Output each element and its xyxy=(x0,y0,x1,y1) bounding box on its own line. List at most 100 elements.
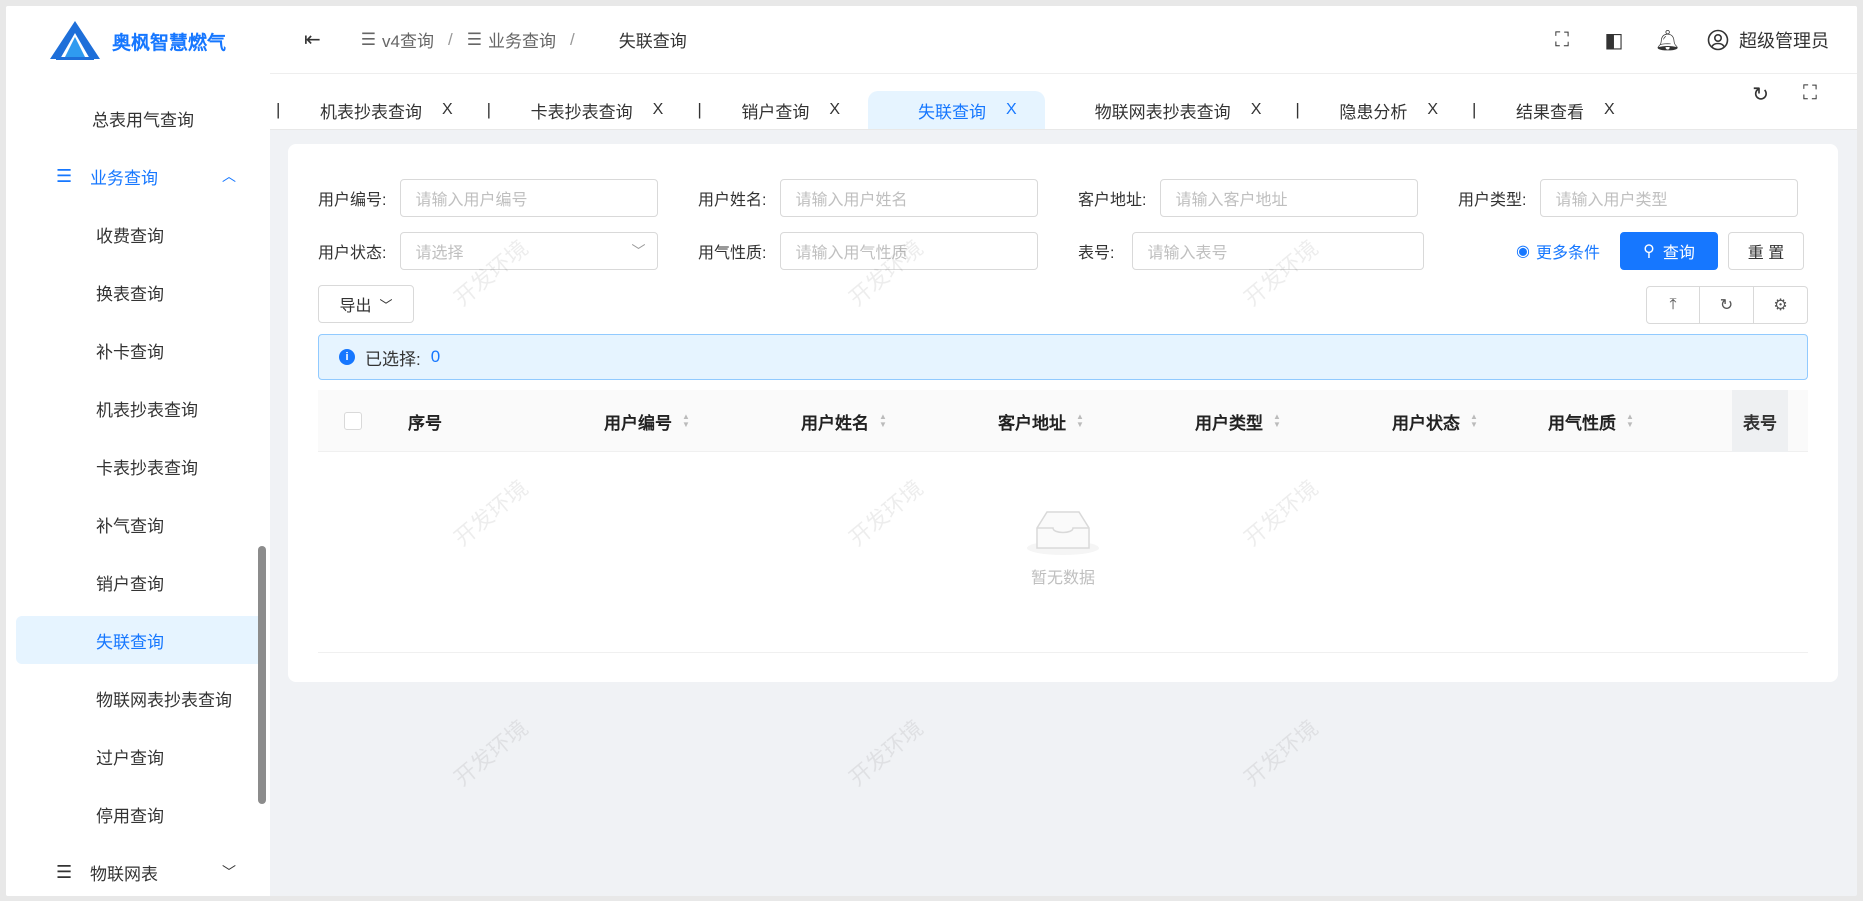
sort-icon[interactable]: ▲ ▼ xyxy=(1076,413,1084,429)
sidebar-item-label: 卡表抄表查询 xyxy=(96,458,198,478)
column-top-icon[interactable]: ⤒ xyxy=(1646,286,1700,324)
user-name-input[interactable]: 请输入用户姓名 xyxy=(780,179,1039,217)
chevron-down-icon: ﹀ xyxy=(631,243,646,259)
column-header-meter-no[interactable]: 表号 xyxy=(1732,390,1788,452)
close-icon[interactable]: X xyxy=(442,101,453,119)
refresh-icon[interactable]: ↻ xyxy=(1752,82,1769,107)
sidebar-group-iot-meter[interactable]: ☰ 物联网表 ﹀ xyxy=(16,848,266,896)
close-icon[interactable]: X xyxy=(1604,101,1615,119)
search-button[interactable]: ⚲ 查询 xyxy=(1619,232,1718,270)
collapse-sidebar-icon[interactable]: ⇤ xyxy=(304,27,321,52)
tab-account-close[interactable]: 销户查询 X xyxy=(691,91,868,129)
empty-text: 暂无数据 xyxy=(1030,570,1095,587)
sort-icon[interactable]: ▲ ▼ xyxy=(1273,413,1281,429)
column-title: 序号 xyxy=(408,413,442,433)
sidebar-group-business-query[interactable]: ☰ 业务查询 ︿ xyxy=(16,152,266,200)
sidebar-item-label: 物联网表抄表查询 xyxy=(96,690,232,710)
sidebar-item-transfer-query[interactable]: 过户查询 xyxy=(16,732,266,780)
sidebar-item-meter-change-query[interactable]: 换表查询 xyxy=(16,268,266,316)
selection-alert: i 已选择: 0 xyxy=(318,334,1808,380)
user-no-field: 用户编号: 请输入用户编号 xyxy=(318,178,659,218)
breadcrumb-separator: / xyxy=(447,29,453,49)
breadcrumb-item[interactable]: ☰ v4查询 xyxy=(361,27,434,52)
select-placeholder: 请选择 xyxy=(415,245,464,262)
sidebar-item-label: 补卡查询 xyxy=(96,342,164,362)
address-label: 客户地址: xyxy=(1078,192,1147,209)
sidebar-item-card-reissue-query[interactable]: 补卡查询 xyxy=(16,326,266,374)
meter-no-input[interactable]: 请输入表号 xyxy=(1132,232,1425,270)
close-icon[interactable]: X xyxy=(829,101,840,119)
sidebar-item-label: 失联查询 xyxy=(96,632,164,652)
tab-label: 结果查看 xyxy=(1516,102,1585,122)
sidebar-item-iot-reading-query[interactable]: 物联网表抄表查询 xyxy=(16,674,266,722)
maximize-icon[interactable]: ⛶ xyxy=(1803,82,1817,107)
breadcrumb: ☰ v4查询 / ☰ 业务查询 / 失联查询 xyxy=(361,27,687,52)
tab-lost-contact[interactable]: 失联查询 X xyxy=(868,91,1045,129)
sort-icon[interactable]: ▲ ▼ xyxy=(682,413,690,429)
column-title: 表号 xyxy=(1743,413,1777,433)
select-all-checkbox[interactable] xyxy=(344,412,362,430)
sidebar-item-gas-supplement-query[interactable]: 补气查询 xyxy=(16,500,266,548)
close-icon[interactable]: X xyxy=(653,101,664,119)
column-header-user-type[interactable]: 用户类型 ▲ ▼ xyxy=(1195,390,1281,452)
breadcrumb-label: 业务查询 xyxy=(487,32,556,51)
column-header-gas-nature[interactable]: 用气性质 ▲ ▼ xyxy=(1548,390,1634,452)
column-header-user-status[interactable]: 用户状态 ▲ ▼ xyxy=(1392,390,1478,452)
sidebar-scrollbar[interactable] xyxy=(258,546,266,804)
user-type-label: 用户类型: xyxy=(1458,192,1527,209)
more-conditions-label: 更多条件 xyxy=(1535,245,1600,262)
tab-iot-reading[interactable]: 物联网表抄表查询 X xyxy=(1045,91,1290,129)
sidebar-item-lost-contact-query[interactable]: 失联查询 xyxy=(16,616,266,664)
gas-nature-input[interactable]: 请输入用气性质 xyxy=(780,232,1039,270)
sidebar-item-label: 销户查询 xyxy=(96,574,164,594)
tab-hazard-analysis[interactable]: 隐患分析 X xyxy=(1289,91,1466,129)
watermark: 开发环境 xyxy=(1239,715,1323,792)
sort-icon[interactable]: ▲ ▼ xyxy=(1626,413,1634,429)
tab-mech-reading[interactable]: 机表抄表查询 X xyxy=(270,91,481,129)
tab-label: 销户查询 xyxy=(741,102,810,122)
breadcrumb-item[interactable]: ☰ 业务查询 xyxy=(467,27,556,52)
close-icon[interactable]: X xyxy=(1427,101,1438,119)
sort-icon[interactable]: ▲ ▼ xyxy=(1470,413,1478,429)
content-card: 用户编号: 请输入用户编号 用户姓名: 请输入用户姓名 客户地址: 请输入客户地… xyxy=(288,144,1838,682)
export-button[interactable]: 导出 ﹀ xyxy=(318,285,414,323)
logo[interactable]: 奥枫智慧燃气 xyxy=(46,16,226,66)
sidebar-item-total-meter[interactable]: 总表用气查询 xyxy=(16,94,266,142)
sidebar-item-card-reading-query[interactable]: 卡表抄表查询 xyxy=(16,442,266,490)
address-input[interactable]: 请输入客户地址 xyxy=(1160,179,1419,217)
notification-icon[interactable]: 🔔︎ xyxy=(1655,28,1680,53)
user-no-input[interactable]: 请输入用户编号 xyxy=(400,179,659,217)
sidebar-item-suspend-query[interactable]: 停用查询 xyxy=(16,790,266,838)
user-type-input[interactable]: 请输入用户类型 xyxy=(1540,179,1799,217)
search-icon: ⚲ xyxy=(1643,243,1655,260)
tab-result-view[interactable]: 结果查看 X xyxy=(1466,91,1643,129)
sidebar-item-fee-query[interactable]: 收费查询 xyxy=(16,210,266,258)
reset-button[interactable]: 重 置 xyxy=(1727,232,1804,270)
more-conditions-link[interactable]: ◉ 更多条件 xyxy=(1516,239,1600,263)
close-icon[interactable]: X xyxy=(1006,101,1017,119)
column-header-address[interactable]: 客户地址 ▲ ▼ xyxy=(998,390,1084,452)
user-status-select[interactable]: 请选择 ﹀ xyxy=(400,232,659,270)
fullscreen-icon[interactable]: ⛶ xyxy=(1551,29,1573,52)
column-title: 用户状态 xyxy=(1392,413,1460,433)
tab-card-reading[interactable]: 卡表抄表查询 X xyxy=(481,91,692,129)
meter-no-field: 表号: 请输入表号 xyxy=(1078,231,1425,271)
sidebar-item-mech-reading-query[interactable]: 机表抄表查询 xyxy=(16,384,266,432)
column-header-user-no[interactable]: 用户编号 ▲ ▼ xyxy=(604,390,690,452)
chevron-down-icon: ﹀ xyxy=(222,864,236,880)
settings-icon[interactable]: ⚙ xyxy=(1754,286,1808,324)
sidebar-item-label: 总表用气查询 xyxy=(92,110,194,130)
app-frame: 奥枫智慧燃气 总表用气查询 ☰ 业务查询 ︿ 收费查询 换表查询 补卡查询 机表… xyxy=(6,6,1857,896)
close-icon[interactable]: X xyxy=(1251,101,1262,119)
tab-tools: ↻ ⛶ xyxy=(1752,82,1817,107)
sidebar-item-account-close-query[interactable]: 销户查询 xyxy=(16,558,266,606)
column-header-user-name[interactable]: 用户姓名 ▲ ▼ xyxy=(801,390,887,452)
user-menu[interactable]: 超级管理员 xyxy=(1707,27,1829,53)
header-actions: ⛶ ◧ 🔔︎ 超级管理员 xyxy=(1551,6,1829,74)
breadcrumb-label: v4查询 xyxy=(382,32,434,51)
reload-icon[interactable]: ↻ xyxy=(1700,286,1754,324)
theme-icon[interactable]: ◧ xyxy=(1603,28,1625,53)
column-header-index: 序号 xyxy=(408,390,442,452)
sort-icon[interactable]: ▲ ▼ xyxy=(879,413,887,429)
empty-inbox-icon xyxy=(1027,511,1099,555)
